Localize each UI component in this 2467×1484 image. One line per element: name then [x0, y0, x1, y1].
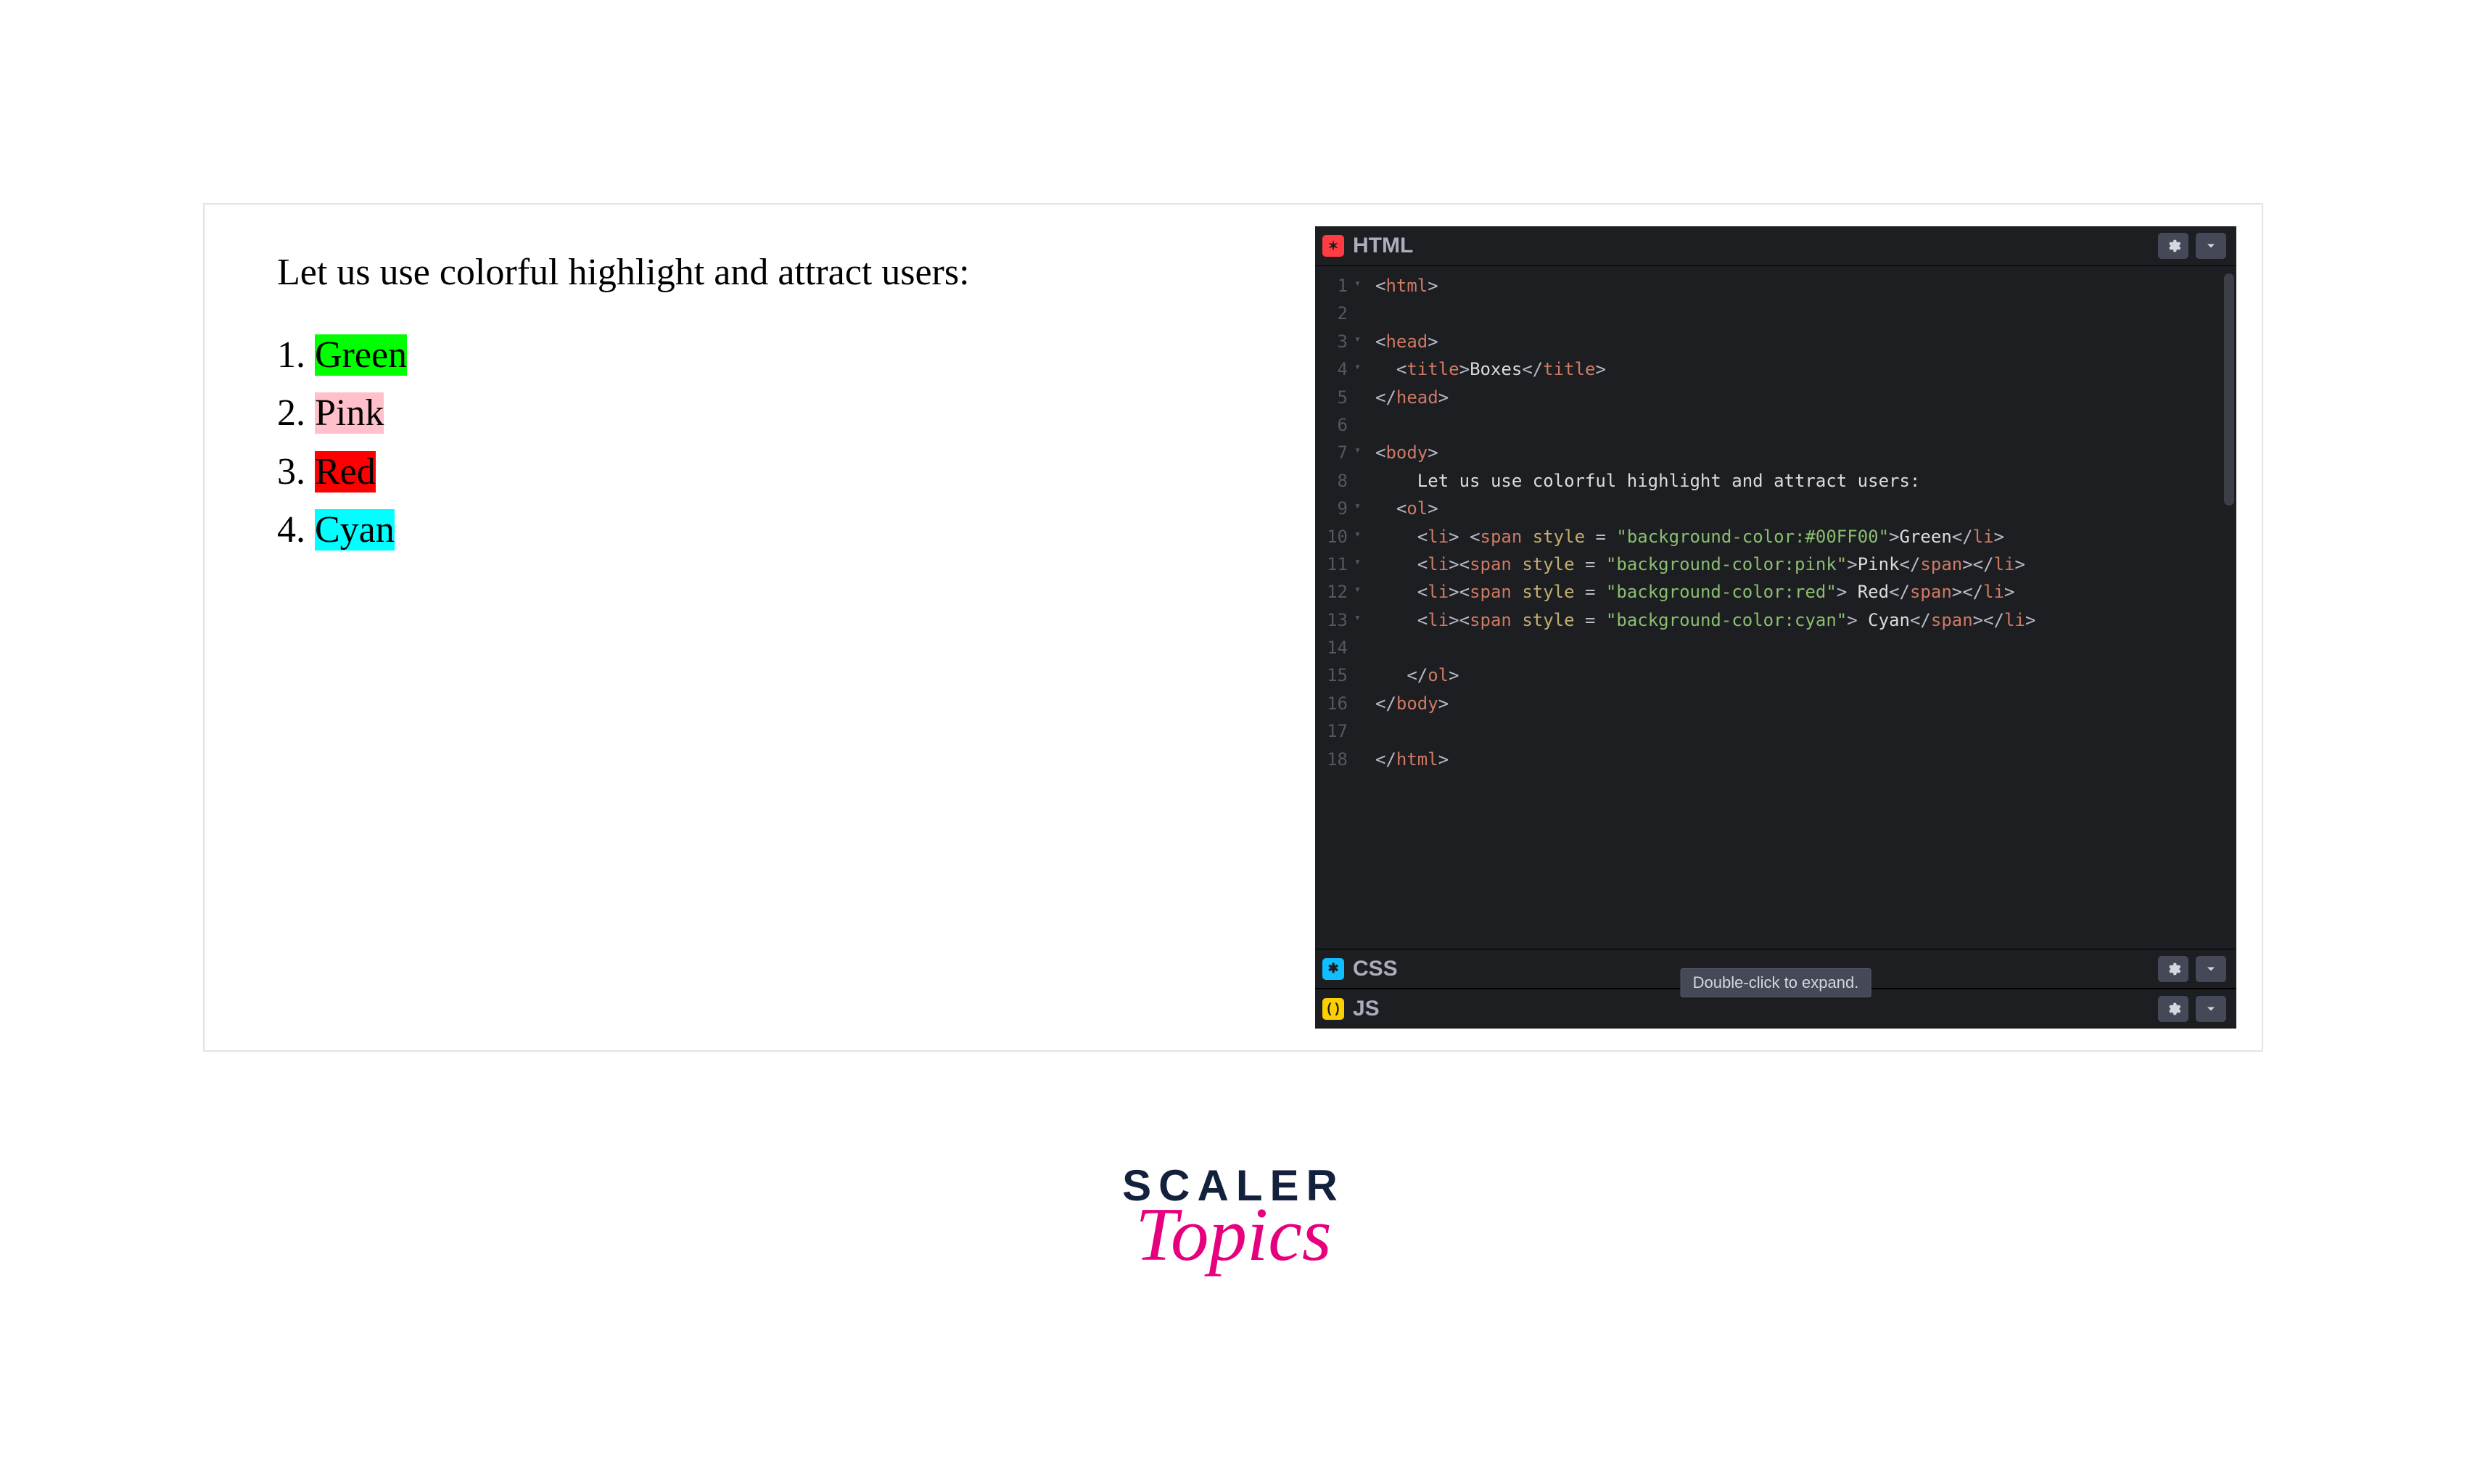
scrollbar-thumb[interactable] [2224, 273, 2234, 506]
chevron-down-icon [2204, 1002, 2218, 1016]
panel-controls-html [2158, 233, 2226, 259]
line-number: 13 [1315, 606, 1348, 634]
settings-button[interactable] [2158, 233, 2188, 259]
line-number: 12 [1315, 578, 1348, 606]
list-item: Cyan [277, 501, 1250, 560]
line-number: 10 [1315, 523, 1348, 551]
highlight-green: Green [315, 334, 407, 376]
panel-title-js: JS [1353, 997, 1380, 1021]
code-body[interactable]: 1 2 3 4 5 6 7 8 9 10 11 12 13 14 15 16 1… [1315, 266, 2236, 949]
line-number: 15 [1315, 661, 1348, 689]
code-editor: ✶ HTML 1 2 3 4 5 6 7 8 [1315, 226, 2236, 1029]
css-badge-icon: ✱ [1322, 958, 1344, 980]
panel-header-html[interactable]: ✶ HTML [1315, 226, 2236, 266]
line-number: 6 [1315, 411, 1348, 439]
line-gutter: 1 2 3 4 5 6 7 8 9 10 11 12 13 14 15 16 1… [1315, 266, 1355, 949]
list-item: Pink [277, 384, 1250, 443]
line-number: 18 [1315, 746, 1348, 773]
line-number: 17 [1315, 717, 1348, 745]
line-number: 7 [1315, 439, 1348, 466]
highlight-pink: Pink [315, 392, 384, 434]
panel-title-css: CSS [1353, 957, 1398, 981]
panel-label-js: ( ) JS [1322, 997, 1380, 1021]
expand-tooltip: Double-click to expand. [1681, 968, 1871, 997]
line-number: 2 [1315, 300, 1348, 327]
code-content[interactable]: <html> <head> <title>Boxes</title> </hea… [1355, 266, 2236, 949]
list-item: Green [277, 326, 1250, 385]
panel-controls-css [2158, 956, 2226, 982]
gear-icon [2165, 961, 2181, 977]
line-number: 14 [1315, 634, 1348, 661]
panel-title-html: HTML [1353, 234, 1413, 258]
rendered-preview: Let us use colorful highlight and attrac… [205, 205, 1315, 1050]
chevron-down-icon [2204, 962, 2218, 976]
panel-label-html: ✶ HTML [1322, 234, 1413, 258]
example-card: Let us use colorful highlight and attrac… [203, 203, 2263, 1052]
gear-icon [2165, 1001, 2181, 1017]
collapse-button[interactable] [2196, 233, 2226, 259]
panel-controls-js [2158, 996, 2226, 1022]
scaler-topics-logo: SCALER Topics [1089, 1161, 1379, 1278]
highlight-red: Red [315, 451, 376, 492]
list-item: Red [277, 443, 1250, 502]
line-number: 9 [1315, 495, 1348, 522]
collapse-button[interactable] [2196, 956, 2226, 982]
line-number: 1 [1315, 272, 1348, 300]
highlight-cyan: Cyan [315, 509, 395, 551]
preview-list: Green Pink Red Cyan [277, 326, 1250, 560]
gear-icon [2165, 238, 2181, 254]
line-number: 11 [1315, 551, 1348, 578]
line-number: 4 [1315, 355, 1348, 383]
line-number: 5 [1315, 384, 1348, 411]
line-number: 8 [1315, 467, 1348, 495]
js-badge-icon: ( ) [1322, 998, 1344, 1020]
line-number: 3 [1315, 328, 1348, 355]
collapse-button[interactable] [2196, 996, 2226, 1022]
panel-label-css: ✱ CSS [1322, 957, 1398, 981]
line-number: 16 [1315, 690, 1348, 717]
html-badge-icon: ✶ [1322, 235, 1344, 257]
settings-button[interactable] [2158, 996, 2188, 1022]
settings-button[interactable] [2158, 956, 2188, 982]
chevron-down-icon [2204, 239, 2218, 253]
preview-intro: Let us use colorful highlight and attrac… [277, 248, 1250, 297]
